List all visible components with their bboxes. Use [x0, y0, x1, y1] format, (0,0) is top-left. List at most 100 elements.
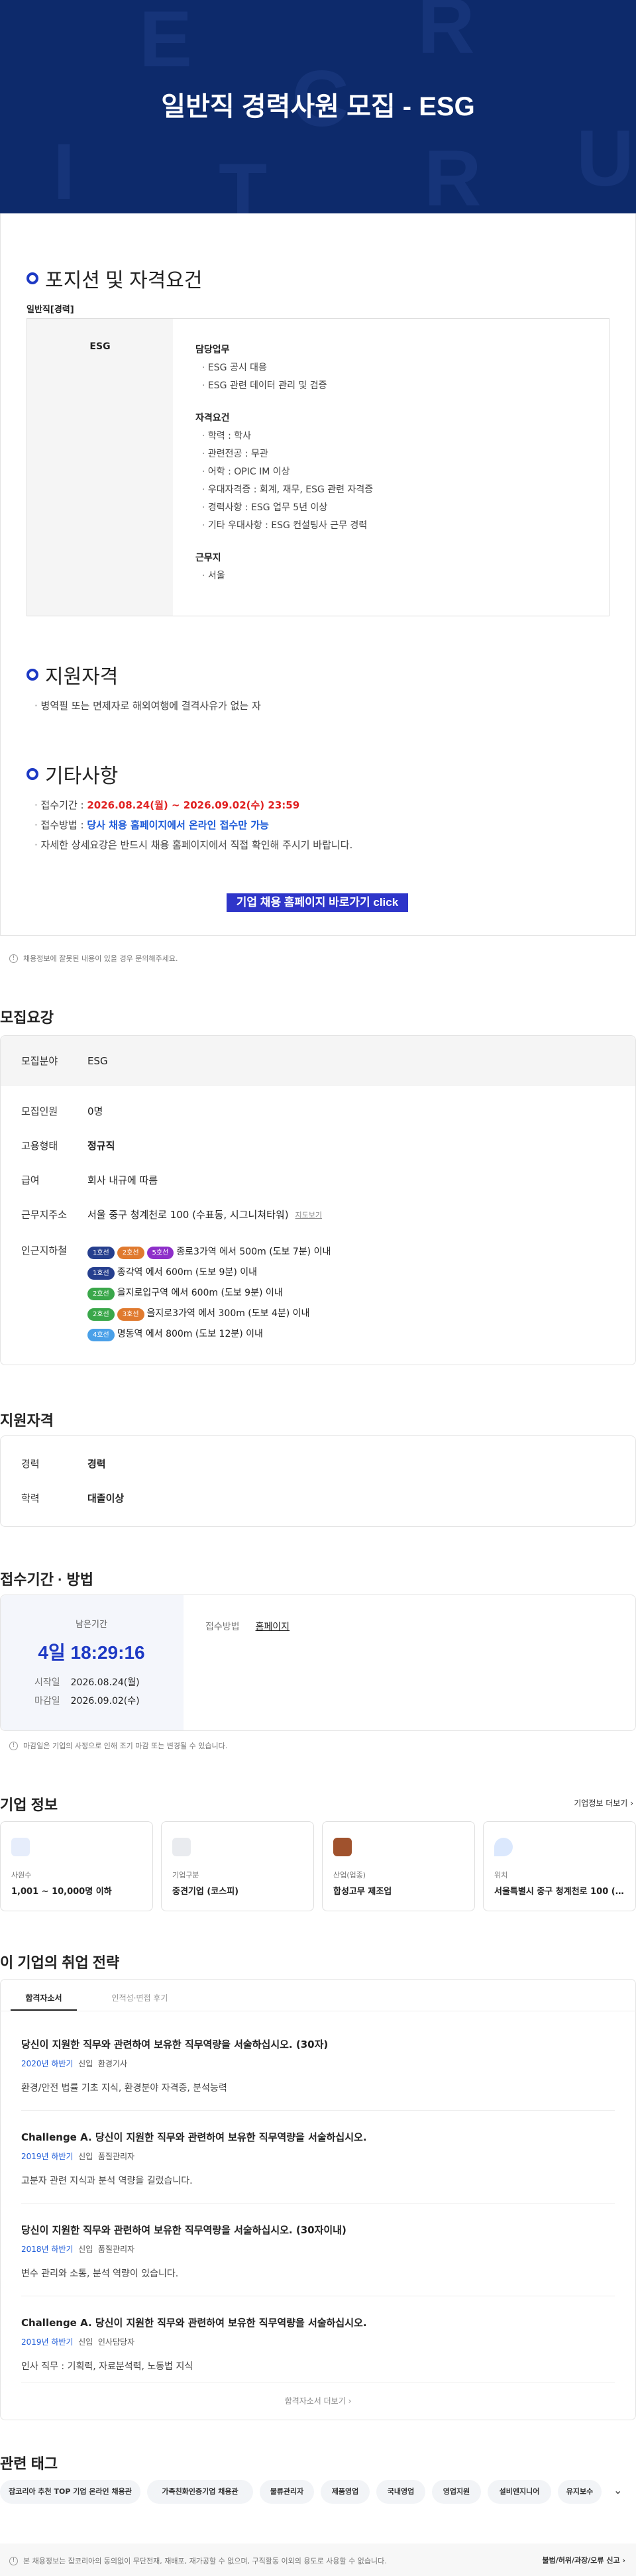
eligibility-item: 병역필 또는 면제자로 해외여행에 결격사유가 없는 자: [34, 699, 261, 712]
method: 접수방법 홈페이지: [205, 1620, 290, 1633]
qual-row: 학력 대졸이상: [21, 1491, 124, 1505]
duty-title: 담당업무: [195, 345, 230, 355]
start-value: 2026.08.24(월): [70, 1677, 140, 1688]
map-link[interactable]: 지도보기: [295, 1209, 322, 1220]
subway-badge: 1호선: [87, 1247, 115, 1259]
tab-cover-letter[interactable]: 합격자소서: [11, 1986, 77, 2011]
work-item: 서울: [195, 567, 609, 585]
duty-item: ESG 관련 데이터 관리 및 검증: [195, 377, 609, 395]
work-title: 근무지: [195, 553, 221, 563]
card-value: 합성고무 제조업: [333, 1887, 392, 1897]
qual-title: 자격요건: [195, 413, 230, 423]
report-link-text: 불법/허위/과장/오류 신고: [542, 2556, 620, 2565]
remain-timer: 4일 18:29:16: [38, 1642, 145, 1663]
summary-row: 모집분야 ESG: [21, 1054, 108, 1068]
company-more-link[interactable]: 기업정보 더보기 ›: [574, 1797, 633, 1809]
report-notice: ! 채용정보에 잘못된 내용이 있을 경우 문의해주세요.: [9, 953, 178, 964]
qa-job: 품질관리자: [97, 2245, 135, 2254]
tag-item[interactable]: 제품영업: [321, 2480, 370, 2504]
subway-line: 2호선 을지로입구역 에서 600m (도보 9분) 이내: [87, 1283, 331, 1304]
tab-interview-review[interactable]: 인적성·면접 후기: [103, 1986, 176, 2011]
tags-heading: 관련 태그: [0, 2455, 58, 2472]
start-key: 시작일: [34, 1677, 60, 1688]
qa-item[interactable]: Challenge A. 당신이 지원한 직무와 관련하여 보유한 직무역량을 …: [21, 2130, 604, 2187]
remain-label: 남은기간: [76, 1620, 107, 1630]
subway-text: 을지로입구역 에서 600m (도보 9분) 이내: [117, 1288, 283, 1298]
tag-item[interactable]: 잡코리아 추천 TOP 기업 온라인 채용관: [0, 2480, 140, 2504]
company-card-industry: 산업(업종) 합성고무 제조업: [322, 1821, 475, 1911]
tag-item[interactable]: 영업지원: [432, 2480, 481, 2504]
qual-row: 경력 경력: [21, 1457, 106, 1471]
tag-item[interactable]: 국내영업: [376, 2480, 425, 2504]
start-date: 시작일 2026.08.24(월): [34, 1675, 140, 1689]
end-date: 마감일 2026.09.02(수): [34, 1694, 140, 1707]
etc-period-label: 접수기간 :: [40, 799, 87, 811]
card-title: 위치: [494, 1871, 508, 1879]
report-link[interactable]: 불법/허위/과장/오류 신고 ›: [543, 2555, 625, 2565]
deadline-notice-text: 마감일은 기업의 사정으로 인해 조기 마감 또는 변경될 수 있습니다.: [23, 1742, 228, 1750]
tag-item[interactable]: 유지보수: [558, 2480, 602, 2504]
qa-answer: 환경/안전 법률 기초 지식, 환경분야 자격증, 분석능력: [21, 2083, 227, 2094]
footer-notice-text: 본 채용정보는 잡코리아의 동의없이 무단전재, 재배포, 재가공할 수 없으며…: [23, 2557, 387, 2565]
tag-item[interactable]: 설비엔지니어: [488, 2480, 551, 2504]
card-value: 중견기업 (코스피): [172, 1887, 239, 1897]
info-icon: !: [9, 954, 18, 963]
qa-year: 2019년 하반기: [21, 2337, 74, 2347]
position-field: ESG: [27, 319, 173, 616]
position-table: ESG 담당업무 ESG 공시 대응 ESG 관련 데이터 관리 및 검증 자격…: [26, 318, 610, 616]
summary-row: 모집인원 0명: [21, 1104, 103, 1118]
qa-type: 신입: [78, 2245, 93, 2254]
row-value: 대졸이상: [87, 1492, 125, 1504]
etc-method: 접수방법 : 당사 채용 홈페이지에서 온라인 접수만 가능: [34, 818, 269, 832]
qa-item[interactable]: 당신이 지원한 직무와 관련하여 보유한 직무역량을 서술하십시오. (30자)…: [21, 2037, 604, 2094]
chevron-down-icon[interactable]: ⌄: [613, 2484, 622, 2496]
hero-bg-letter: I: [53, 127, 76, 213]
hero-bg-letter: R: [417, 0, 475, 70]
footer: ! 본 채용정보는 잡코리아의 동의없이 무단전재, 재배포, 재가공할 수 없으…: [0, 2544, 636, 2576]
qa-item[interactable]: 당신이 지원한 직무와 관련하여 보유한 직무역량을 서술하십시오. (30자이…: [21, 2223, 604, 2280]
qual-item: 학력 : 학사: [195, 427, 609, 445]
briefcase-icon: [333, 1838, 352, 1856]
row-value: 0명: [87, 1105, 103, 1117]
qa-item[interactable]: Challenge A. 당신이 지원한 직무와 관련하여 보유한 직무역량을 …: [21, 2316, 604, 2373]
info-icon: !: [9, 1741, 18, 1750]
row-key: 모집분야: [21, 1055, 58, 1067]
summary-row: 근무지주소 서울 중구 청계천로 100 (수표동, 시그니쳐타워) 지도보기: [21, 1207, 322, 1221]
card-title: 사원수: [11, 1871, 32, 1879]
period-heading: 접수기간 · 방법: [0, 1571, 93, 1588]
report-notice-text[interactable]: 채용정보에 잘못된 내용이 있을 경우 문의해주세요.: [23, 953, 178, 964]
subway-line: 2호선 3호선 을지로3가역 에서 300m (도보 4분) 이내: [87, 1304, 331, 1324]
chevron-right-icon: ›: [348, 2396, 352, 2406]
circle-bullet-icon: [26, 272, 38, 284]
company-more-text: 기업정보 더보기: [574, 1799, 628, 1808]
location-pin-icon: [494, 1838, 513, 1856]
strategy-more-link[interactable]: 합격자소서 더보기 ›: [0, 2395, 636, 2406]
eligibility-heading: 지원자격: [26, 660, 118, 689]
company-homepage-button[interactable]: 기업 채용 홈페이지 바로가기 click: [227, 893, 408, 912]
company-card-location: 위치 서울특별시 중구 청계천로 100 (수표동, 시그니쳐타워): [483, 1821, 636, 1911]
company-card-type: 기업구분 중견기업 (코스피): [161, 1821, 314, 1911]
qual-item: 기타 우대사항 : ESG 컨설팅사 근무 경력: [195, 517, 609, 535]
etc-period: 접수기간 : 2026.08.24(월) ~ 2026.09.02(수) 23:…: [34, 798, 300, 812]
method-key: 접수방법: [205, 1622, 240, 1632]
row-value: 정규직: [87, 1140, 115, 1152]
qualification-heading: 지원자격: [0, 1412, 54, 1429]
method-link[interactable]: 홈페이지: [256, 1622, 290, 1632]
eligibility-heading-text: 지원자격: [45, 666, 119, 688]
tag-item[interactable]: 물류관리자: [260, 2480, 314, 2504]
chevron-right-icon: ›: [630, 1799, 633, 1808]
row-key: 고용형태: [21, 1140, 58, 1152]
qa-type: 신입: [78, 2337, 93, 2347]
circle-bullet-icon: [26, 669, 38, 681]
hero-title: 일반직 경력사원 모집 - ESG: [161, 92, 475, 121]
hero-bg-letter: T: [219, 147, 268, 213]
qual-item: 관련전공 : 무관: [195, 445, 609, 463]
strategy-heading: 이 기업의 취업 전략: [0, 1954, 120, 1971]
qa-year: 2020년 하반기: [21, 2059, 74, 2068]
tag-item[interactable]: 가족친화인증기업 채용관: [147, 2480, 253, 2504]
subway-text: 을지로3가역 에서 300m (도보 4분) 이내: [146, 1308, 310, 1319]
summary-row: 고용형태 정규직: [21, 1139, 115, 1152]
summary-row: 급여 회사 내규에 따름: [21, 1173, 158, 1187]
subway-line: 1호선 종각역 에서 600m (도보 9분) 이내: [87, 1262, 331, 1283]
subway-text: 종로3가역 에서 500m (도보 7분) 이내: [176, 1247, 331, 1257]
